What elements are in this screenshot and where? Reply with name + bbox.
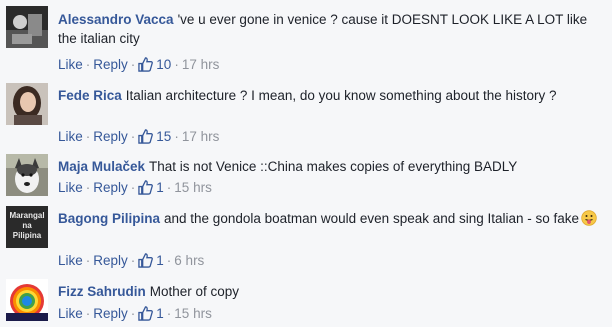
comment-actions: Like · Reply · 1 · 15 hrs <box>58 179 212 197</box>
separator-dot: · <box>85 253 91 268</box>
thumbs-up-icon[interactable] <box>138 180 154 200</box>
comment-author-link[interactable]: Maja Mulaček <box>58 159 145 174</box>
like-link[interactable]: Like <box>58 129 83 144</box>
avatar[interactable] <box>6 83 48 125</box>
like-count[interactable]: 15 <box>156 129 171 144</box>
separator-dot: · <box>85 306 91 321</box>
reply-link[interactable]: Reply <box>93 253 128 268</box>
comment-actions: Like · Reply · 15 · 17 hrs <box>58 128 219 146</box>
separator-dot: · <box>166 180 172 195</box>
bw-photo-avatar-icon <box>6 6 48 48</box>
timestamp[interactable]: 15 hrs <box>174 306 212 321</box>
comment-thread: Alessandro Vacca've u ever gone in venic… <box>0 0 612 327</box>
thumbs-up-icon[interactable] <box>138 306 154 326</box>
comment-author-link[interactable]: Alessandro Vacca <box>58 12 174 27</box>
comment-actions: Like · Reply · 1 · 15 hrs <box>58 305 212 323</box>
like-link[interactable]: Like <box>58 253 83 268</box>
separator-dot: · <box>130 306 136 321</box>
dog-photo-avatar-icon <box>6 154 48 196</box>
rainbow-logo-avatar-icon <box>6 279 48 321</box>
thumbs-up-icon[interactable] <box>138 129 154 149</box>
avatar-text-line: Pilipina <box>13 231 42 240</box>
separator-dot: · <box>174 129 179 144</box>
thumbs-up-icon[interactable] <box>138 253 154 273</box>
comment-item: Marangal na Pilipina Bagong Pilipina and … <box>0 202 612 274</box>
like-count[interactable]: 1 <box>156 253 164 268</box>
thumbs-up-icon[interactable] <box>138 57 154 77</box>
separator-dot: · <box>85 180 91 195</box>
comment-text: Italian architecture ? I mean, do you kn… <box>125 88 557 103</box>
timestamp[interactable]: 15 hrs <box>174 180 212 195</box>
separator-dot: · <box>130 253 136 268</box>
separator-dot: · <box>130 57 136 72</box>
separator-dot: · <box>130 180 136 195</box>
comment-text: Mother of copy <box>149 284 240 299</box>
text-logo-avatar-icon: Marangal na Pilipina <box>6 206 48 248</box>
avatar-text-line: Marangal <box>9 211 44 220</box>
separator-dot: · <box>174 57 179 72</box>
like-count[interactable]: 10 <box>156 57 171 72</box>
like-link[interactable]: Like <box>58 180 83 195</box>
separator-dot: · <box>166 306 172 321</box>
avatar[interactable] <box>6 154 48 196</box>
avatar[interactable]: Marangal na Pilipina <box>6 206 48 248</box>
reply-link[interactable]: Reply <box>93 129 128 144</box>
comment-author-link[interactable]: Fizz Sahrudin <box>58 284 146 299</box>
comment-item: Alessandro Vacca've u ever gone in venic… <box>0 0 612 78</box>
like-link[interactable]: Like <box>58 306 83 321</box>
reply-link[interactable]: Reply <box>93 57 128 72</box>
comment-actions: Like · Reply · 1 · 6 hrs <box>58 252 204 270</box>
comment-author-link[interactable]: Bagong Pilipina <box>58 211 160 226</box>
like-count[interactable]: 1 <box>156 306 164 321</box>
separator-dot: · <box>85 57 91 72</box>
tongue-emoji-icon <box>581 210 597 231</box>
like-count[interactable]: 1 <box>156 180 164 195</box>
reply-link[interactable]: Reply <box>93 180 128 195</box>
timestamp[interactable]: 17 hrs <box>182 57 220 72</box>
separator-dot: · <box>130 129 136 144</box>
comment-item: Fede Rica Italian architecture ? I mean, … <box>0 78 612 150</box>
comment-actions: Like · Reply · 10 · 17 hrs <box>58 56 219 74</box>
separator-dot: · <box>166 253 172 268</box>
comment-item: Fizz Sahrudin Mother of copy Like · Reply · 1… <box>0 274 612 327</box>
reply-link[interactable]: Reply <box>93 306 128 321</box>
timestamp[interactable]: 17 hrs <box>182 129 220 144</box>
comment-text: and the gondola boatman would even speak… <box>164 211 580 226</box>
avatar[interactable] <box>6 6 48 48</box>
like-link[interactable]: Like <box>58 57 83 72</box>
comment-item: Maja Mulaček That is not Venice ::China m… <box>0 150 612 202</box>
avatar-text-line: na <box>22 221 32 230</box>
separator-dot: · <box>85 129 91 144</box>
timestamp[interactable]: 6 hrs <box>174 253 204 268</box>
woman-photo-avatar-icon <box>6 83 48 125</box>
comment-author-link[interactable]: Fede Rica <box>58 88 122 103</box>
avatar[interactable] <box>6 279 48 321</box>
comment-text: That is not Venice ::China makes copies … <box>149 159 518 174</box>
